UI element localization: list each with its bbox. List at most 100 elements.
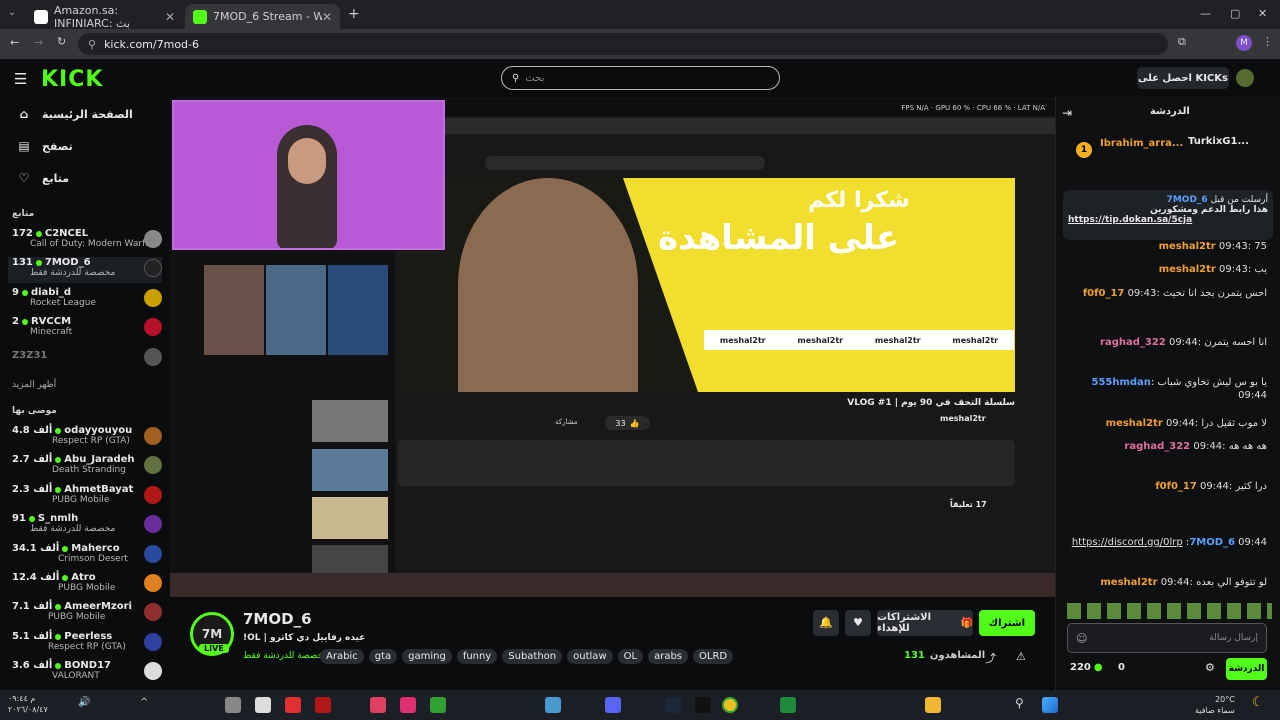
kicks-balance[interactable]: 0 xyxy=(1118,662,1125,673)
chrome-icon[interactable] xyxy=(722,697,738,713)
pinned-message[interactable]: أرسلت من قبل 7MOD_6 هذا رابط الدعم ومشكو… xyxy=(1063,190,1273,240)
streamer-name[interactable]: 7MOD_6 xyxy=(243,610,312,628)
extensions-icon[interactable]: ⧉ xyxy=(1178,35,1186,49)
chat-input[interactable]: ☺ إرسال رسالة xyxy=(1067,623,1267,653)
minimize-icon[interactable]: — xyxy=(1200,7,1211,20)
reload-icon[interactable]: ↻ xyxy=(57,35,66,48)
taskbar-clock[interactable]: م ٠٩:٤٤ ٢٠٢٦/٠٨/٤٧ xyxy=(8,693,48,715)
tag-chip[interactable]: gaming xyxy=(402,649,452,664)
address-bar[interactable]: ⚲ kick.com/7mod-6 xyxy=(78,33,1168,55)
message-username[interactable]: meshal2tr xyxy=(1106,418,1163,429)
browser-menu-icon[interactable]: ⋮ xyxy=(1262,35,1273,48)
profile-avatar[interactable]: M xyxy=(1236,35,1252,51)
message-username[interactable]: raghad_322 xyxy=(1124,441,1190,452)
new-tab-button[interactable]: + xyxy=(348,6,360,22)
maximize-icon[interactable]: ▢ xyxy=(1230,7,1240,20)
tag-chip[interactable]: outlaw xyxy=(567,649,613,664)
share-icon[interactable]: ⤴ xyxy=(985,650,996,666)
taskbar-app-icon[interactable] xyxy=(255,697,271,713)
site-info-icon[interactable]: ⚲ xyxy=(88,38,96,51)
sidebar-rec-channel[interactable]: 4.8 ألف odayyouyou Respect RP (GTA) xyxy=(12,425,162,451)
taskbar-app-icon[interactable] xyxy=(430,697,446,713)
message-username[interactable]: f0f0_17 xyxy=(1083,288,1125,299)
windows-start-icon[interactable] xyxy=(1042,697,1058,713)
taskbar-app-icon[interactable] xyxy=(545,697,561,713)
user-avatar[interactable] xyxy=(1236,69,1254,87)
tag-chip[interactable]: OL xyxy=(617,649,644,664)
gift-subs-button[interactable]: الاشتراكات للإهداء 🎁 xyxy=(877,610,973,636)
sidebar-rec-channel[interactable]: 3.6 ألف BOND17 VALORANT xyxy=(12,660,162,686)
steam-icon[interactable] xyxy=(665,697,681,713)
close-window-icon[interactable]: ✕ xyxy=(1258,7,1267,20)
forward-icon[interactable]: → xyxy=(34,36,43,49)
notifications-bell-icon[interactable]: 🔔 xyxy=(813,610,839,636)
subscribe-button[interactable]: اشتراك xyxy=(979,610,1035,636)
report-icon[interactable]: ⚠ xyxy=(1016,650,1026,663)
tag-chip[interactable]: Arabic xyxy=(320,649,364,664)
taskbar-app-icon[interactable] xyxy=(225,697,241,713)
message-username[interactable]: 7MOD_6 xyxy=(1189,537,1235,548)
file-explorer-icon[interactable] xyxy=(925,697,941,713)
tiktok-icon[interactable] xyxy=(695,697,711,713)
sidebar-rec-channel[interactable]: 91 S_nmlh مخصصة للدردشة فقط xyxy=(12,513,162,539)
taskbar-app-icon[interactable] xyxy=(370,697,386,713)
sidebar-channel-7mod6[interactable]: 131 7MOD_6 مخصصة للدردشة فقط xyxy=(8,257,162,283)
nav-browse[interactable]: ▤ تصفح xyxy=(16,139,73,153)
tag-chip[interactable]: OLRD xyxy=(693,649,734,664)
tag-chip[interactable]: gta xyxy=(368,649,398,664)
tag-chip[interactable]: funny xyxy=(456,649,498,664)
sidebar-rec-channel[interactable]: 12.4 ألف Atro PUBG Mobile xyxy=(12,572,162,598)
sidebar-channel-c2ncel[interactable]: 172 C2NCEL Call of Duty: Modern Warfare xyxy=(12,228,162,254)
show-more-link[interactable]: أظهر المزيد xyxy=(12,380,56,390)
search-input[interactable]: ⚲ بحث xyxy=(501,66,780,90)
get-kicks-button[interactable]: احصل على KICKs xyxy=(1137,67,1229,89)
sidebar-rec-channel[interactable]: 2.3 ألف AhmetBayat PUBG Mobile xyxy=(12,484,162,510)
message-username[interactable]: f0f0_17 xyxy=(1155,481,1197,492)
tray-overflow-icon[interactable]: ^ xyxy=(140,697,148,708)
chat-points[interactable]: 220 ● xyxy=(1070,662,1103,673)
message-username[interactable]: meshal2tr xyxy=(1159,264,1216,275)
message-username[interactable]: 555hmdan xyxy=(1091,377,1150,388)
message-text[interactable]: https://discord.gg/0lrp xyxy=(1072,537,1183,548)
nav-home[interactable]: ⌂ الصفحة الرئيسية xyxy=(16,107,133,121)
back-icon[interactable]: ← xyxy=(10,36,19,49)
xbox-icon[interactable] xyxy=(780,697,796,713)
nav-following[interactable]: ♡ متابع xyxy=(16,171,69,185)
taskbar-app-icon[interactable] xyxy=(400,697,416,713)
follow-heart-icon[interactable]: ♥ xyxy=(845,610,871,636)
weather-widget[interactable]: 20°C سماء صافية xyxy=(1195,694,1235,716)
message-username[interactable]: raghad_322 xyxy=(1100,337,1166,348)
sidebar-rec-channel[interactable]: 34.1 ألف Maherco Crimson Desert xyxy=(12,543,162,569)
tag-chip[interactable]: arabs xyxy=(648,649,689,664)
close-tab-icon[interactable]: ✕ xyxy=(165,10,175,24)
sidebar-channel-rvccm[interactable]: 2 RVCCM Minecraft xyxy=(12,316,162,342)
taskbar-search-icon[interactable]: ⚲ xyxy=(1015,696,1024,710)
tag-chip[interactable]: Subathon xyxy=(502,649,563,664)
sidebar-rec-channel[interactable]: 7.1 ألف AmeerMzori PUBG Mobile xyxy=(12,601,162,627)
message-username[interactable]: meshal2tr xyxy=(1159,241,1216,252)
taskbar-app-icon[interactable] xyxy=(285,697,301,713)
tab-amazon[interactable]: Amazon.sa: INFINIARC: بث ✕ xyxy=(26,4,183,30)
volume-icon[interactable]: 🔊 xyxy=(78,697,90,708)
pinned-link[interactable]: https://tip.dokan.sa/5cja xyxy=(1068,215,1268,225)
message-username[interactable]: meshal2tr xyxy=(1100,577,1157,588)
send-chat-button[interactable]: الدردشة xyxy=(1226,658,1267,680)
chat-settings-gear-icon[interactable]: ⚙ xyxy=(1205,661,1215,674)
emote-bar[interactable] xyxy=(1067,603,1272,619)
leaderboard-top-2[interactable]: TurkixG1... xyxy=(1188,136,1249,147)
sidebar-rec-channel[interactable]: 2.7 ألف Abu_Jaradeh Death Stranding xyxy=(12,454,162,480)
taskbar-app-icon[interactable] xyxy=(315,697,331,713)
discord-icon[interactable] xyxy=(605,697,621,713)
tab-search-icon[interactable]: ⌄ xyxy=(8,7,16,18)
close-tab-icon[interactable]: ✕ xyxy=(322,10,332,24)
sidebar-channel-diabi[interactable]: 9 diabi_d Rocket League xyxy=(12,287,162,313)
tab-kick-active[interactable]: 7MOD_6 Stream - Watch L ✕ xyxy=(185,4,340,29)
sidebar-channel-z3z31[interactable]: Z3Z31 xyxy=(12,348,162,376)
kick-logo[interactable]: KICK xyxy=(41,67,103,92)
collapse-chat-icon[interactable]: ⇥ xyxy=(1062,106,1072,120)
hamburger-menu-icon[interactable]: ☰ xyxy=(14,70,27,88)
stream-category-link[interactable]: مخصصة للدردشة فقط xyxy=(243,651,328,661)
sidebar-rec-channel[interactable]: 5.1 ألف Peerless Respect RP (GTA) xyxy=(12,631,162,657)
leaderboard-top-1[interactable]: Ibrahim_arra... xyxy=(1100,138,1183,149)
emoji-icon[interactable]: ☺ xyxy=(1076,632,1087,645)
